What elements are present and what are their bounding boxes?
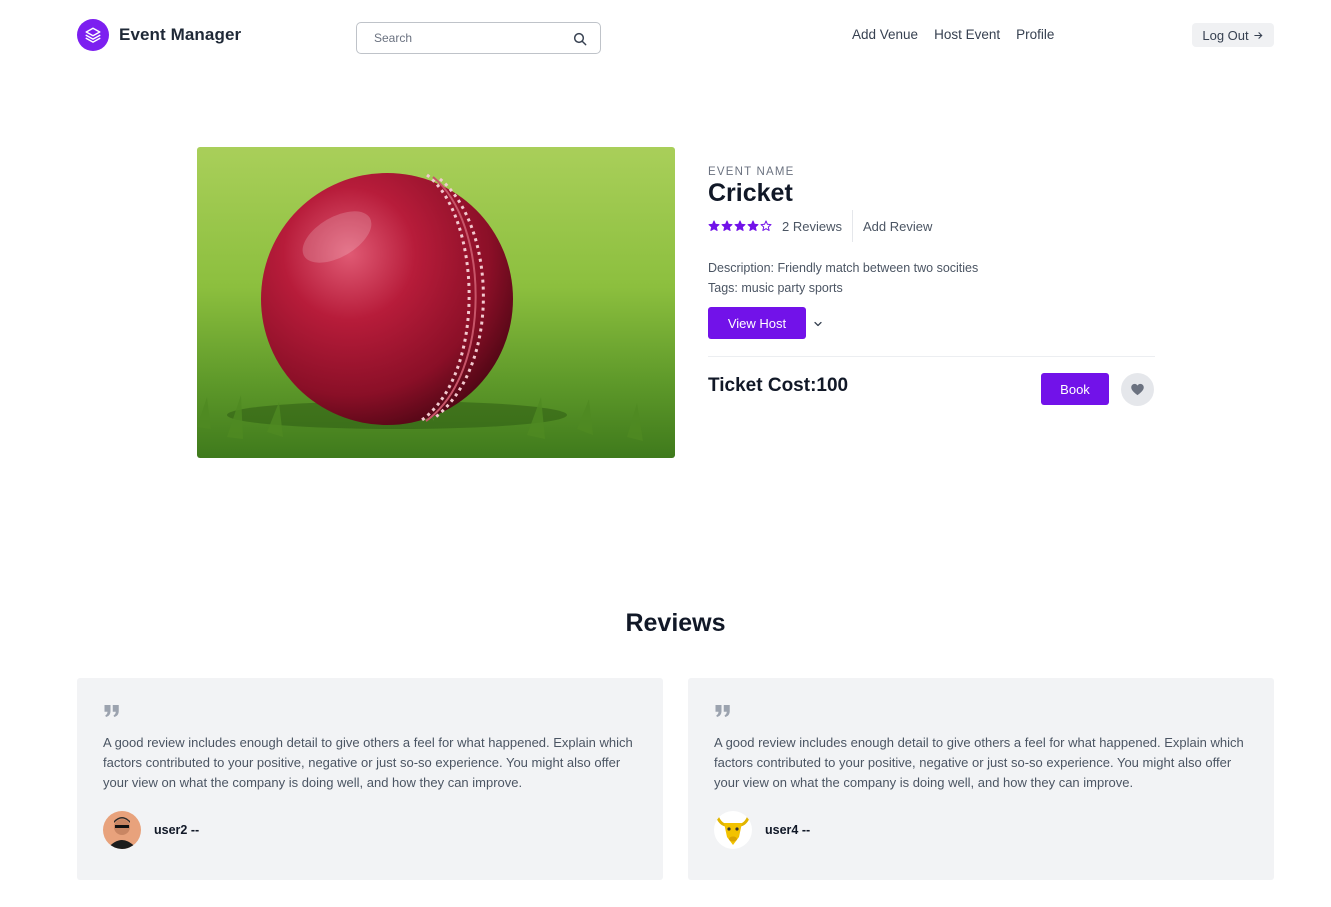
layers-icon xyxy=(77,19,109,51)
star-rating xyxy=(708,220,772,232)
logout-label: Log Out xyxy=(1202,27,1249,43)
quote-icon xyxy=(714,702,732,720)
reviews-heading: Reviews xyxy=(625,609,726,637)
review-card: A good review includes enough detail to … xyxy=(77,678,663,880)
star-empty-icon xyxy=(760,220,772,231)
add-review-link[interactable]: Add Review xyxy=(863,219,932,234)
arrow-right-icon xyxy=(1253,31,1262,39)
book-button[interactable]: Book xyxy=(1041,373,1109,405)
event-details: EVENT NAME Cricket 2 Reviews Add Review … xyxy=(708,166,1155,417)
event-image xyxy=(197,147,675,458)
brand-name: Event Manager xyxy=(119,25,242,44)
nav-add-venue[interactable]: Add Venue xyxy=(852,27,918,42)
event-eyebrow: EVENT NAME xyxy=(708,166,795,178)
reviewer-name: user4 -- xyxy=(765,823,811,837)
search-icon[interactable] xyxy=(572,31,588,47)
review-text: A good review includes enough detail to … xyxy=(714,735,1244,790)
event-title: Cricket xyxy=(708,179,793,207)
rating-row: 2 Reviews Add Review xyxy=(708,210,1155,242)
review-count[interactable]: 2 Reviews xyxy=(782,219,842,234)
star-filled-icon xyxy=(747,220,759,231)
nav-host-event[interactable]: Host Event xyxy=(934,27,1000,42)
review-text: A good review includes enough detail to … xyxy=(103,735,633,790)
star-filled-icon xyxy=(708,220,720,231)
avatar xyxy=(714,811,752,849)
reviewer: user4 -- xyxy=(714,811,810,849)
avatar xyxy=(103,811,141,849)
brand[interactable]: Event Manager xyxy=(77,19,241,51)
chevron-down-icon[interactable] xyxy=(812,317,824,329)
host-actions: View Host xyxy=(708,307,1155,339)
favorite-button[interactable] xyxy=(1121,373,1154,406)
reviewer-name: user2 -- xyxy=(154,823,200,837)
event-description: Description: Friendly match between two … xyxy=(708,261,979,275)
search-box xyxy=(356,22,601,54)
top-navbar: Event Manager Add Venue Host Event Profi… xyxy=(0,0,1331,72)
quote-icon xyxy=(103,702,121,720)
event-tags: Tags: music party sports xyxy=(708,281,843,295)
nav-profile[interactable]: Profile xyxy=(1016,27,1054,42)
star-filled-icon xyxy=(721,220,733,231)
star-filled-icon xyxy=(734,220,746,231)
logout-button[interactable]: Log Out xyxy=(1192,23,1274,47)
event-meta: Description: Friendly match between two … xyxy=(708,258,1155,298)
reviewer: user2 -- xyxy=(103,811,199,849)
search-input[interactable] xyxy=(357,23,567,53)
purchase-row: Ticket Cost:100 Book xyxy=(708,357,1155,417)
main-nav: Add Venue Host Event Profile xyxy=(852,27,1054,42)
view-host-button[interactable]: View Host xyxy=(708,307,806,339)
divider xyxy=(851,210,853,242)
heart-icon xyxy=(1131,383,1144,396)
ticket-cost: Ticket Cost:100 xyxy=(708,375,849,396)
review-card: A good review includes enough detail to … xyxy=(688,678,1274,880)
